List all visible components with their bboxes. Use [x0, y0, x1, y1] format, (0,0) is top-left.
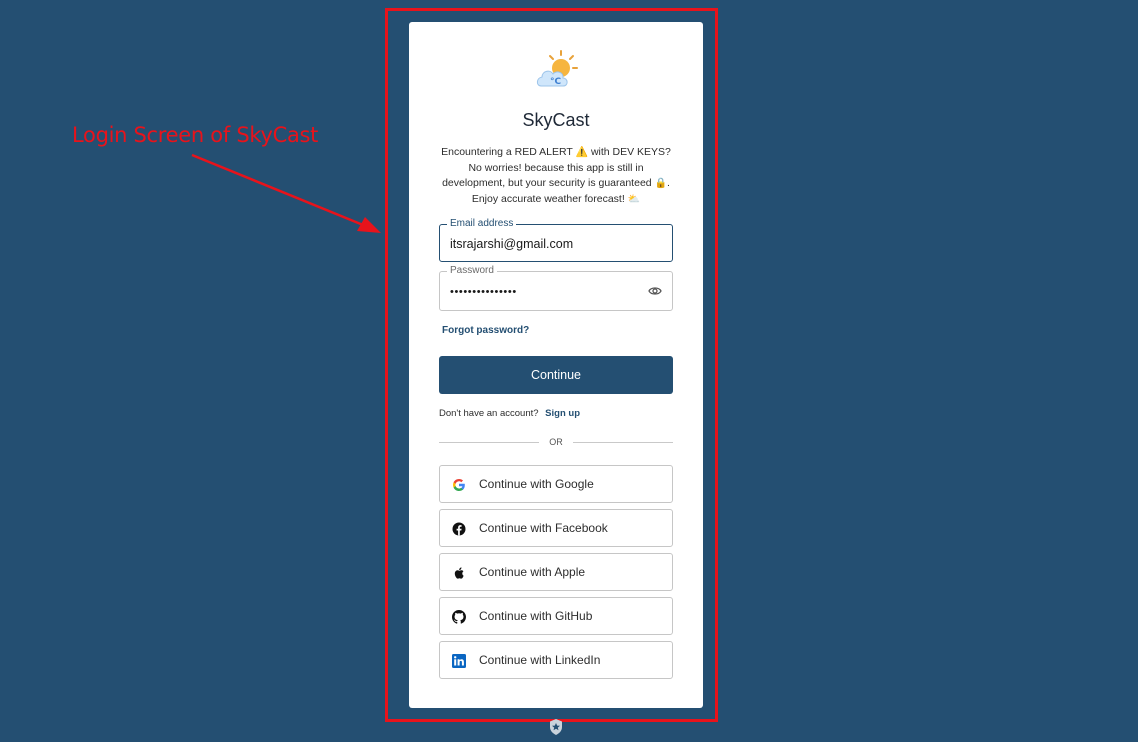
signup-prompt: Don't have an account?	[439, 408, 539, 419]
password-field[interactable]: Password	[439, 264, 673, 311]
github-icon	[452, 610, 466, 624]
facebook-login-button[interactable]: Continue with Facebook	[439, 509, 673, 547]
linkedin-login-button[interactable]: Continue with LinkedIn	[439, 641, 673, 679]
email-input[interactable]	[450, 234, 640, 254]
github-login-button[interactable]: Continue with GitHub	[439, 597, 673, 635]
notice-text: No worries! because this app is still in	[468, 161, 644, 174]
security-notice: Encountering a RED ALERT ⚠️ with DEV KEY…	[431, 145, 681, 207]
email-label: Email address	[447, 217, 517, 231]
weather-cloud-sun-icon: °C	[536, 50, 578, 87]
google-icon	[453, 479, 465, 491]
apple-icon	[454, 567, 464, 579]
login-card: °C SkyCast Encountering a RED ALERT ⚠️ w…	[409, 22, 703, 708]
social-label: Continue with Facebook	[479, 521, 608, 535]
warning-icon: ⚠️	[575, 147, 589, 158]
social-label: Continue with Apple	[479, 565, 586, 579]
or-divider: OR	[439, 437, 673, 449]
apple-login-button[interactable]: Continue with Apple	[439, 553, 673, 591]
password-label: Password	[447, 264, 497, 278]
facebook-icon	[452, 522, 466, 536]
annotation-label: Login Screen of SkyCast	[72, 123, 319, 147]
sun-cloud-icon: ⛅	[627, 193, 641, 205]
social-label: Continue with Google	[479, 477, 594, 491]
app-title: SkyCast	[522, 110, 590, 130]
notice-text: with DEV KEYS?	[590, 146, 671, 158]
signup-link[interactable]: Sign up	[545, 408, 580, 419]
google-login-button[interactable]: Continue with Google	[439, 465, 673, 503]
notice-text: Enjoy accurate weather forecast!	[471, 192, 625, 205]
signup-row: Don't have an account? Sign up	[439, 408, 580, 419]
notice-text: development, but your security is guaran…	[442, 177, 652, 190]
linkedin-icon	[452, 654, 466, 668]
password-input[interactable]	[450, 282, 640, 302]
eye-icon[interactable]	[648, 285, 662, 297]
notice-text: .	[667, 177, 670, 190]
notice-text: Encountering a RED ALERT	[441, 146, 573, 158]
email-field[interactable]: Email address	[439, 217, 673, 262]
forgot-password-link[interactable]: Forgot password?	[442, 325, 529, 336]
svg-text:°C: °C	[550, 77, 562, 87]
continue-button[interactable]: Continue	[439, 356, 673, 394]
social-label: Continue with LinkedIn	[479, 653, 601, 667]
divider-line	[573, 442, 673, 443]
social-label: Continue with GitHub	[479, 609, 593, 623]
shield-icon	[550, 719, 562, 735]
lock-icon: 🔒	[654, 178, 667, 190]
